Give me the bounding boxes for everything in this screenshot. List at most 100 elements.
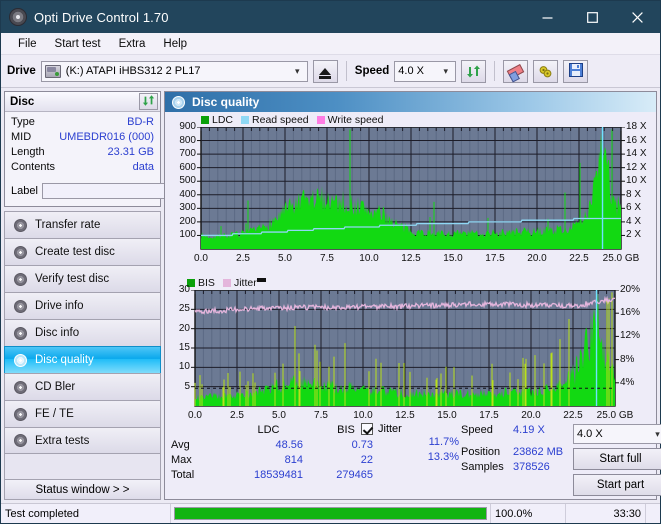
- menu-help[interactable]: Help: [154, 36, 196, 52]
- sidebar-item-disc-info[interactable]: Disc info: [4, 319, 161, 346]
- position-key: Position: [461, 446, 501, 458]
- y2-axis-tick-label: 8%: [620, 353, 635, 365]
- disc-row-mid: MID UMEBDR016 (000): [11, 130, 154, 145]
- drive-select[interactable]: (K:) ATAPI iHBS312 2 PL17 ▾: [40, 60, 308, 82]
- window-title: Opti Drive Control 1.70: [34, 9, 169, 25]
- disc-icon: [13, 380, 28, 395]
- menu-start-test[interactable]: Start test: [46, 36, 110, 52]
- x-axis-tick-label: 22.5: [569, 253, 589, 264]
- max-jitter-value: 13.3%: [427, 451, 459, 463]
- legend-label: LDC: [212, 114, 234, 126]
- y2-axis-tick-label: 14 X: [626, 148, 647, 160]
- sidebar-item-transfer-rate[interactable]: Transfer rate: [4, 211, 161, 238]
- statistics-panel: LDC BIS Avg 48.56 0.73 Max 814 22 Total …: [165, 421, 661, 499]
- resize-grip-icon[interactable]: [646, 504, 660, 523]
- disc-icon: [13, 433, 28, 448]
- eject-icon: [319, 67, 332, 79]
- menu-extra[interactable]: Extra: [110, 36, 155, 52]
- legend-swatch-icon: [316, 116, 325, 124]
- x-axis-tick-label: 22.5: [563, 410, 583, 421]
- y2-axis-tick-label: 16 X: [626, 134, 647, 146]
- row-key-max: Max: [171, 454, 192, 466]
- run-values: Speed 4.19 X Position 23862 MB Samples 3…: [461, 423, 573, 497]
- samples-value: 378526: [513, 461, 550, 473]
- refresh-button[interactable]: [461, 59, 487, 83]
- start-full-button[interactable]: Start full: [573, 448, 661, 470]
- y-axis-tick-label: 15: [178, 342, 190, 353]
- save-button[interactable]: [563, 59, 589, 83]
- disc-icon: [13, 326, 28, 341]
- status-window-button[interactable]: Status window > >: [4, 479, 161, 500]
- total-bis-value: 279465: [336, 469, 373, 481]
- x-axis-tick-label: 25.0 GB: [602, 253, 640, 264]
- sidebar-item-cd-bler[interactable]: CD Bler: [4, 373, 161, 400]
- disc-panel-header: Disc: [5, 92, 160, 112]
- jitter-checkbox[interactable]: [361, 423, 373, 435]
- minimize-icon[interactable]: [525, 1, 570, 33]
- disc-info-list: Type BD-R MID UMEBDR016 (000) Length 23.…: [5, 112, 160, 179]
- position-row: Position 23862 MB: [461, 445, 573, 460]
- x-axis-tick-label: 2.5: [230, 410, 244, 421]
- floppy-save-icon: [568, 62, 583, 80]
- sidebar-item-create-test-disc[interactable]: Create test disc: [4, 238, 161, 265]
- y2-axis-tick-label: 12%: [620, 330, 641, 342]
- x-axis-tick-label: 7.5: [320, 253, 334, 264]
- disc-quality-header: Disc quality: [165, 92, 656, 112]
- disc-refresh-button[interactable]: [139, 93, 158, 110]
- sidebar-item-extra-tests[interactable]: Extra tests: [4, 427, 161, 454]
- sidebar-item-disc-quality[interactable]: Disc quality: [4, 346, 161, 373]
- disc-label-key: Label: [11, 185, 38, 197]
- sidebar-item-label: FE / TE: [35, 408, 74, 420]
- erase-button[interactable]: [503, 59, 529, 83]
- x-axis-tick-label: 15.0: [437, 410, 457, 421]
- sidebar-spacer: [4, 454, 161, 479]
- y2-axis-tick-label: 2 X: [626, 229, 642, 241]
- main-panel: Disc quality LDC Read speed Write speed 10…: [164, 91, 661, 500]
- legend-entry: Read speed: [241, 114, 309, 126]
- y2-axis-tick-label: 6 X: [626, 202, 642, 214]
- legend-label: BIS: [198, 277, 215, 289]
- y-axis-tick-label: 25: [178, 303, 190, 315]
- sidebar-item-fe-te[interactable]: FE / TE: [4, 400, 161, 427]
- sidebar-item-drive-info[interactable]: Drive info: [4, 292, 161, 319]
- settings-button[interactable]: [533, 59, 559, 83]
- col-header-ldc: LDC: [257, 424, 280, 436]
- spacer-cell: [171, 423, 226, 438]
- charts-area: LDC Read speed Write speed 100 200 300 400 500…: [165, 112, 656, 421]
- speed-select[interactable]: 4.0 X ▾: [394, 60, 457, 82]
- optical-drive-icon: [44, 64, 61, 78]
- gear-icon: [538, 64, 553, 79]
- run-controls: 4.0 X ▾ Start full Start part: [573, 423, 661, 497]
- y-axis-tick-label: 700: [179, 148, 196, 160]
- y-axis-tick-label: 200: [179, 215, 196, 227]
- test-speed-select[interactable]: 4.0 X ▾: [573, 424, 661, 444]
- start-part-button[interactable]: Start part: [573, 474, 661, 496]
- legend-entry: Write speed: [316, 114, 384, 126]
- main-toolbar: Drive (K:) ATAPI iHBS312 2 PL17 ▾ Speed …: [1, 55, 660, 88]
- menu-file[interactable]: File: [9, 36, 46, 52]
- x-axis-tick-label: 15.0: [443, 253, 463, 264]
- disc-row-value: 23.31 GB: [107, 146, 154, 158]
- y-axis-tick-label: 20: [178, 322, 190, 334]
- refresh-icon: [142, 94, 155, 110]
- maximize-icon[interactable]: [570, 1, 615, 33]
- x-axis-tick-label: 5.0: [278, 253, 292, 264]
- avg-jitter-value: 11.7%: [428, 436, 459, 448]
- disc-icon: [13, 299, 28, 314]
- refresh-icon: [466, 64, 481, 79]
- bis-chart-canvas: [191, 290, 619, 407]
- x-axis-tick-label: 10.0: [359, 253, 379, 264]
- eject-button[interactable]: [312, 59, 338, 83]
- sidebar-item-verify-test-disc[interactable]: Verify test disc: [4, 265, 161, 292]
- close-icon[interactable]: [615, 1, 660, 33]
- avg-ldc-value: 48.56: [275, 439, 303, 451]
- legend-label: Read speed: [252, 114, 309, 126]
- eraser-icon: [507, 63, 525, 79]
- legend-entry: LDC: [201, 114, 233, 126]
- app-window: Opti Drive Control 1.70 File Start test …: [0, 0, 661, 524]
- ldc-chart-legend: LDC Read speed Write speed: [201, 114, 388, 126]
- legend-entry: BIS: [187, 277, 215, 289]
- app-body: Disc Type BD-R MID UMEBDR016 (000) Lengt…: [1, 88, 661, 503]
- max-ldc-value: 814: [284, 454, 303, 466]
- disc-row-contents: Contents data: [11, 160, 154, 175]
